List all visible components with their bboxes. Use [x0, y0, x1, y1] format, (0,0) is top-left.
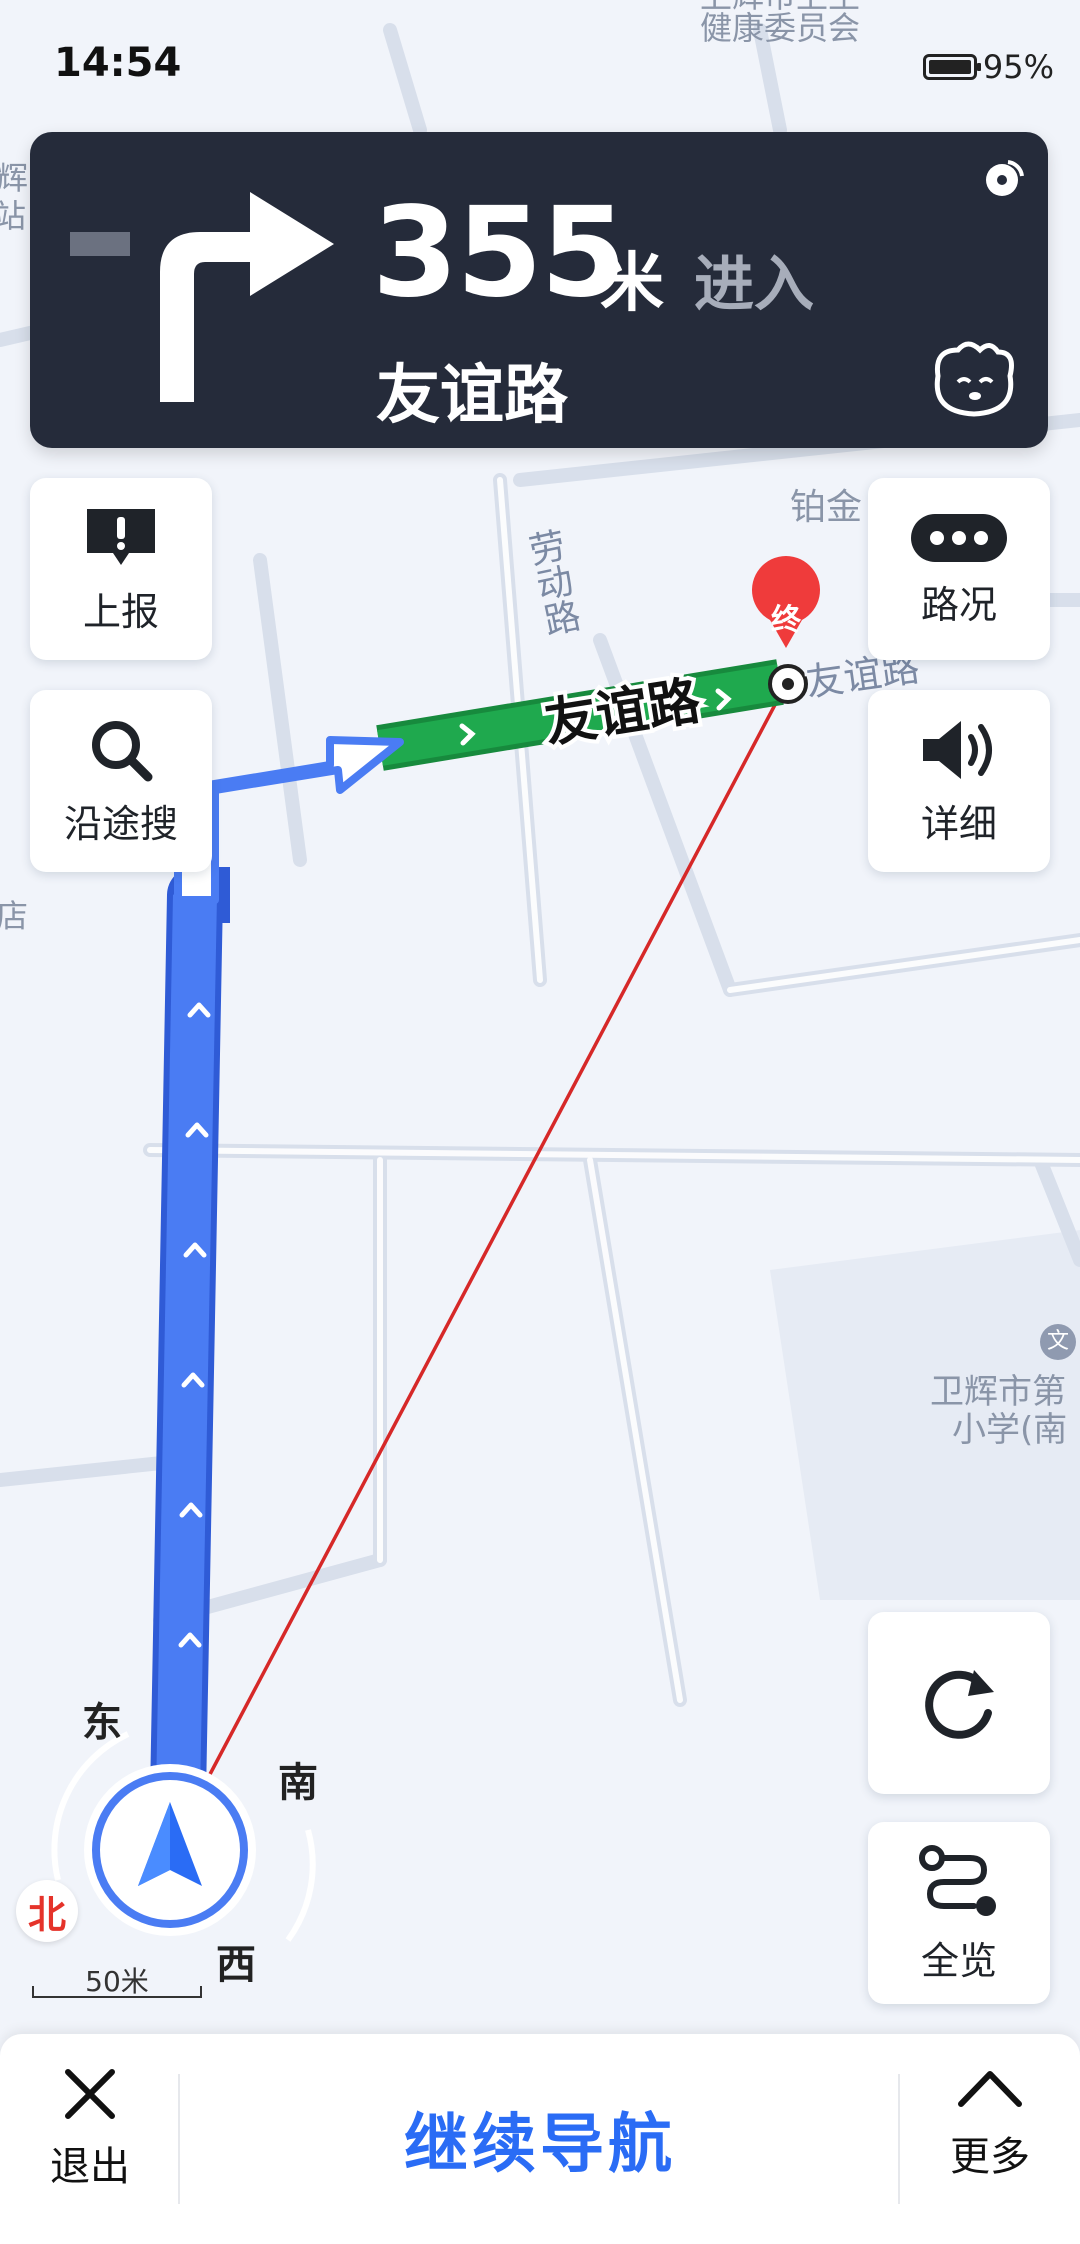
- poi-bojin: 铂金: [790, 487, 863, 528]
- route-overview-label: 全览: [920, 1938, 997, 1983]
- compass-east: 东: [82, 1700, 122, 1746]
- report-button[interactable]: 上报: [30, 478, 212, 660]
- next-road-name: 友谊路: [376, 359, 568, 433]
- battery-text: 95%: [982, 48, 1054, 86]
- turn-right-arrow-icon: [70, 192, 334, 402]
- voice-detail-button[interactable]: 详细: [868, 690, 1050, 872]
- scale-bar: [32, 1986, 202, 1998]
- exit-label: 退出: [50, 2144, 130, 2190]
- assistant-mascot-icon[interactable]: [928, 336, 1020, 420]
- chevron-up-icon: [958, 2071, 1022, 2107]
- poi-left-top-2: 站: [0, 197, 27, 235]
- bottom-bar: 退出 继续导航 更多: [0, 2034, 1080, 2244]
- compass-south: 南: [278, 1760, 318, 1806]
- report-button-label: 上报: [82, 589, 159, 634]
- battery-indicator: 95%: [922, 48, 1054, 86]
- refresh-icon: [925, 1670, 994, 1739]
- turn-distance: 355: [372, 181, 627, 325]
- map-scale: 50米: [32, 1964, 202, 2000]
- poi-left-mid: 店: [0, 897, 29, 935]
- turn-guidance-card[interactable]: 355 米 进入 友谊路: [30, 132, 1048, 448]
- search-along-route-label: 沿途搜: [63, 801, 178, 846]
- destination-marker-text: 终: [771, 603, 802, 638]
- divider-left: [178, 2074, 180, 2204]
- more-button[interactable]: 更多: [920, 2064, 1060, 2224]
- search-icon: [92, 720, 153, 781]
- distance-unit: 米: [600, 247, 664, 321]
- route-overview-icon: [919, 1844, 996, 1916]
- search-along-route-button[interactable]: 沿途搜: [30, 690, 212, 872]
- voice-detail-label: 详细: [920, 801, 997, 846]
- compass-north-label: 北: [27, 1892, 66, 1937]
- speaker-icon: [923, 720, 992, 779]
- traffic-dots-icon: [911, 513, 1007, 562]
- poi-school-icon: 文: [1040, 1324, 1076, 1360]
- status-time: 14:54: [54, 40, 182, 86]
- navigation-signal-icon[interactable]: [980, 154, 1028, 202]
- turn-action: 进入: [694, 250, 814, 320]
- route-overview-button[interactable]: 全览: [868, 1822, 1050, 2004]
- continue-navigation-button[interactable]: 继续导航: [190, 2074, 890, 2204]
- status-bar: 14:54 95%: [0, 0, 1080, 130]
- poi-left-top-1: 卫辉: [0, 159, 29, 197]
- more-label: 更多: [950, 2134, 1030, 2180]
- exit-button[interactable]: 退出: [20, 2064, 160, 2224]
- close-icon: [65, 2069, 115, 2119]
- traffic-button-label: 路况: [920, 582, 997, 627]
- battery-icon: [922, 54, 981, 80]
- divider-right: [898, 2074, 900, 2204]
- compass-west: 西: [216, 1942, 256, 1988]
- poi-school-line-2: 小学(南: [952, 1410, 1068, 1450]
- report-alert-icon: [87, 508, 155, 565]
- poi-school-line-1: 卫辉市第: [930, 1372, 1066, 1412]
- traffic-button[interactable]: 路况: [868, 478, 1050, 660]
- compass-north[interactable]: 北: [16, 1880, 78, 1942]
- refresh-route-button[interactable]: [868, 1612, 1050, 1794]
